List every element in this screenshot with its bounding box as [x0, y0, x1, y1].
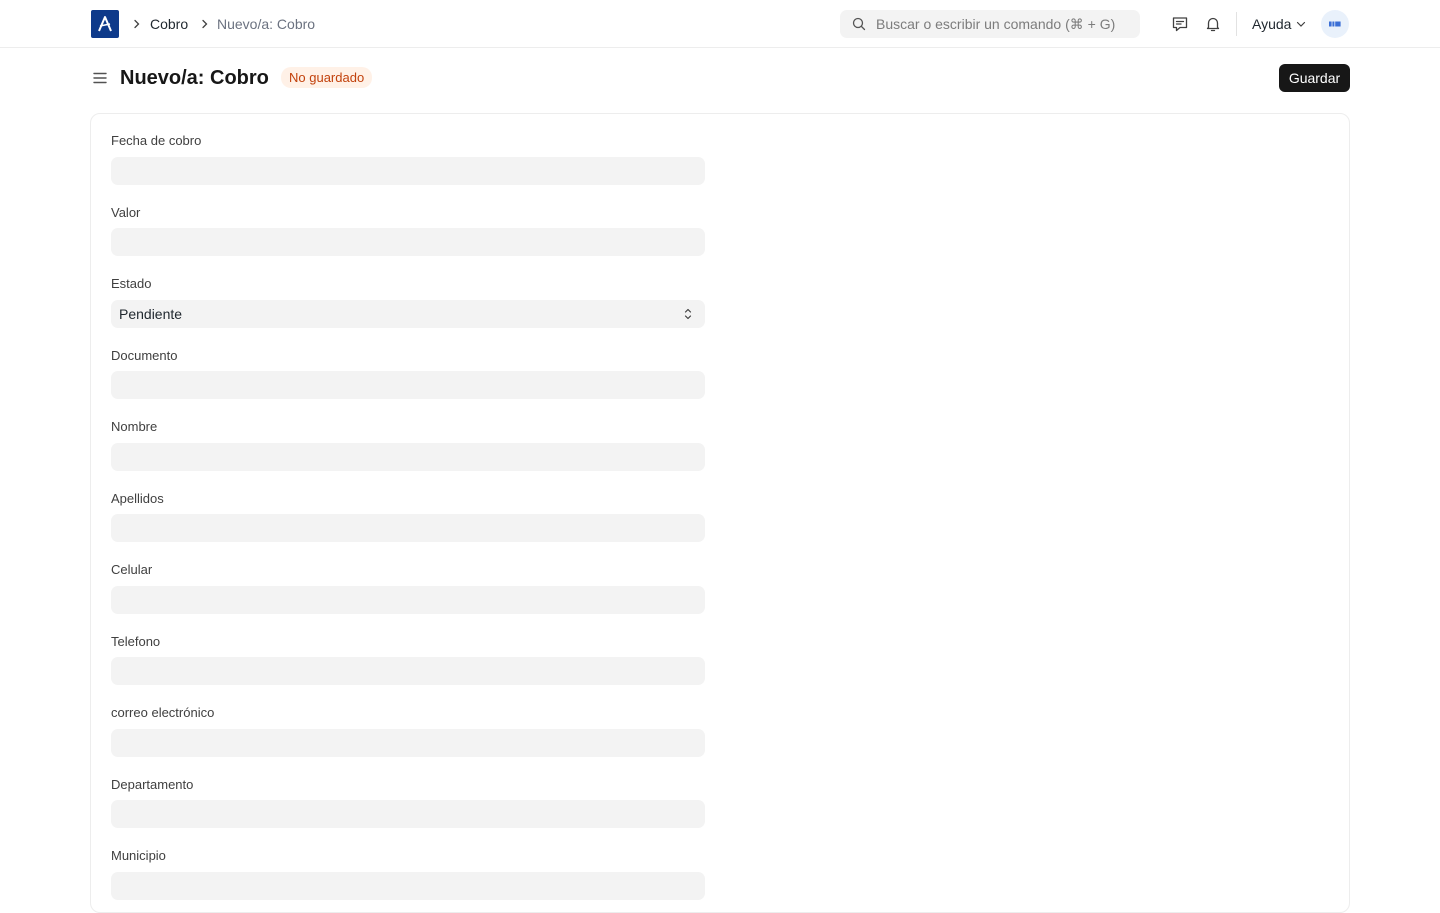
breadcrumb-cobro[interactable]: Cobro [150, 15, 188, 33]
search-input[interactable] [876, 16, 1126, 32]
departamento-field[interactable] [111, 800, 705, 828]
status-badge: No guardado [281, 67, 373, 88]
help-label: Ayuda [1252, 16, 1292, 32]
municipio-field[interactable] [111, 872, 705, 900]
navbar: Cobro Nuevo/a: Cobro Ayuda [0, 0, 1440, 48]
field-label-celular: Celular [111, 562, 153, 577]
save-button[interactable]: Guardar [1279, 64, 1350, 92]
field-label-correo: correo electrónico [111, 705, 215, 720]
chevron-down-icon [1296, 19, 1306, 29]
navbar-divider [1236, 12, 1237, 36]
estado-select[interactable]: Pendiente [111, 300, 705, 328]
page-title: Nuevo/a: Cobro [120, 67, 269, 89]
estado-select-value: Pendiente [119, 306, 183, 322]
field-label-documento: Documento [111, 348, 178, 363]
field-label-valor: Valor [111, 205, 141, 220]
field-label-departamento: Departamento [111, 777, 194, 792]
sidebar-toggle-icon[interactable] [91, 69, 109, 87]
documento-field[interactable] [111, 371, 705, 399]
field-label-estado: Estado [111, 276, 152, 291]
bell-icon[interactable] [1203, 14, 1223, 34]
help-dropdown[interactable]: Ayuda [1252, 15, 1306, 33]
field-label-nombre: Nombre [111, 419, 158, 434]
app-logo-icon[interactable] [91, 10, 119, 38]
chevron-right-icon [197, 16, 213, 32]
field-label-apellidos: Apellidos [111, 491, 164, 506]
chat-icon[interactable] [1170, 14, 1190, 34]
nombre-field[interactable] [111, 443, 705, 471]
field-label-municipio: Municipio [111, 848, 166, 863]
avatar[interactable] [1321, 10, 1349, 38]
search-bar[interactable] [840, 10, 1140, 38]
breadcrumb-nuevo-cobro[interactable]: Nuevo/a: Cobro [217, 15, 315, 33]
apellidos-field[interactable] [111, 514, 705, 542]
email-field[interactable] [111, 729, 705, 757]
field-label-fecha-de-cobro: Fecha de cobro [111, 133, 202, 148]
field-label-telefono: Telefono [111, 634, 161, 649]
telefono-field[interactable] [111, 657, 705, 685]
chevron-right-icon [129, 16, 145, 32]
fecha-de-cobro-field[interactable] [111, 157, 705, 185]
search-icon [852, 17, 866, 31]
celular-field[interactable] [111, 586, 705, 614]
valor-field[interactable] [111, 228, 705, 256]
select-arrows-icon [683, 307, 693, 321]
